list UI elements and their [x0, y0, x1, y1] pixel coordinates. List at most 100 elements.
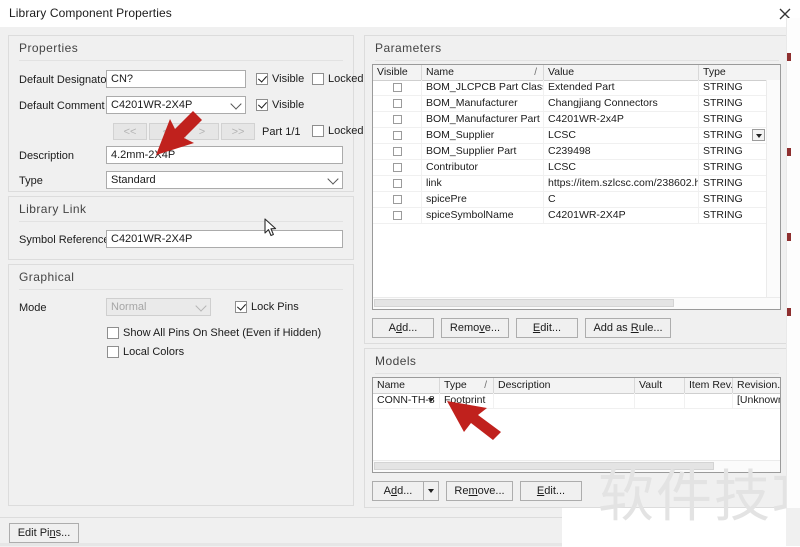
- parameters-horizontal-scrollbar[interactable]: [373, 297, 780, 309]
- parameter-visible-checkbox[interactable]: [393, 179, 402, 188]
- parameter-name-cell[interactable]: spicePre: [422, 192, 544, 207]
- comment-visible-checkbox[interactable]: [256, 99, 268, 111]
- type-combobox[interactable]: Standard: [106, 171, 343, 189]
- description-input[interactable]: 4.2mm-2X4P: [106, 146, 343, 164]
- chevron-down-icon[interactable]: [230, 98, 242, 110]
- designator-locked-checkbox[interactable]: [312, 73, 324, 85]
- model-item-rev-cell[interactable]: [685, 393, 733, 408]
- mode-value: Normal: [111, 301, 147, 313]
- model-revision-cell[interactable]: [Unknown]: [733, 393, 780, 408]
- parameter-value-cell[interactable]: Changjiang Connectors: [544, 96, 699, 111]
- parameter-value-cell[interactable]: https://item.szlcsc.com/238602.html: [544, 176, 699, 191]
- table-row[interactable]: spiceSymbolName C4201WR-2X4P STRING: [373, 208, 780, 224]
- parameter-visible-checkbox[interactable]: [393, 99, 402, 108]
- parameter-visible-cell[interactable]: [373, 96, 422, 111]
- parameter-visible-checkbox[interactable]: [393, 83, 402, 92]
- table-row[interactable]: BOM_Supplier LCSC STRING: [373, 128, 780, 144]
- parameter-value-cell[interactable]: C239498: [544, 144, 699, 159]
- parameter-visible-cell[interactable]: [373, 160, 422, 175]
- parameter-type-dropdown-button[interactable]: [752, 129, 765, 141]
- parameters-vertical-scrollbar[interactable]: [766, 80, 780, 309]
- model-type-cell[interactable]: Footprint: [440, 393, 494, 408]
- table-row[interactable]: BOM_Manufacturer Changjiang Connectors STR…: [373, 96, 780, 112]
- parameter-value-cell[interactable]: C: [544, 192, 699, 207]
- parameter-name-cell[interactable]: spiceSymbolName: [422, 208, 544, 223]
- comment-visible-label: Visible: [272, 99, 305, 111]
- model-description-cell[interactable]: [494, 393, 635, 408]
- models-add-button[interactable]: Add...: [372, 481, 424, 501]
- parameters-table[interactable]: Visible Name / Value Type BOM_JLCPCB Par…: [372, 64, 781, 310]
- table-row[interactable]: spicePre C STRING: [373, 192, 780, 208]
- edit-pins-button[interactable]: Edit Pins...: [9, 523, 79, 543]
- parameter-name-cell[interactable]: BOM_Manufacturer: [422, 96, 544, 111]
- parameter-value-cell[interactable]: C4201WR-2X4P: [544, 208, 699, 223]
- parameter-visible-cell[interactable]: [373, 128, 422, 143]
- parameter-name-cell[interactable]: BOM_Supplier Part: [422, 144, 544, 159]
- models-col-item-rev[interactable]: Item Rev...: [685, 378, 733, 393]
- default-comment-combobox[interactable]: C4201WR-2X4P: [106, 96, 246, 114]
- parameter-name-cell[interactable]: BOM_JLCPCB Part Class: [422, 80, 544, 95]
- parameters-remove-button[interactable]: Remove...: [441, 318, 509, 338]
- lock-pins-checkbox[interactable]: [235, 301, 247, 313]
- parameter-visible-checkbox[interactable]: [393, 115, 402, 124]
- models-add-split-button[interactable]: [423, 481, 439, 501]
- parameter-name-cell[interactable]: BOM_Supplier: [422, 128, 544, 143]
- lock-pins-label: Lock Pins: [251, 301, 299, 313]
- designator-visible-checkbox[interactable]: [256, 73, 268, 85]
- parameters-group: Parameters Visible Name / Value Type BOM…: [364, 35, 790, 344]
- table-row[interactable]: CONN-TH-8Footprint[Unknown]: [373, 393, 780, 409]
- part-next-button[interactable]: >: [185, 123, 219, 140]
- parameters-edit-button[interactable]: Edit...: [516, 318, 578, 338]
- mode-combobox[interactable]: Normal: [106, 298, 211, 316]
- parameter-value-cell[interactable]: LCSC: [544, 128, 699, 143]
- parameter-name-cell[interactable]: Contributor: [422, 160, 544, 175]
- models-col-description[interactable]: Description: [494, 378, 635, 393]
- parameter-visible-cell[interactable]: [373, 192, 422, 207]
- parameter-visible-checkbox[interactable]: [393, 195, 402, 204]
- parameters-col-value[interactable]: Value: [544, 65, 699, 80]
- parameter-visible-checkbox[interactable]: [393, 211, 402, 220]
- part-last-button[interactable]: >>: [221, 123, 255, 140]
- description-value: 4.2mm-2X4P: [111, 149, 176, 161]
- models-edit-button[interactable]: Edit...: [520, 481, 582, 501]
- parameters-col-type[interactable]: Type: [699, 65, 780, 80]
- models-col-revision[interactable]: Revision...: [733, 378, 780, 393]
- models-remove-button[interactable]: Remove...: [446, 481, 513, 501]
- parameter-visible-cell[interactable]: [373, 112, 422, 127]
- parameter-value-cell[interactable]: C4201WR-2x4P: [544, 112, 699, 127]
- models-col-name[interactable]: Name: [373, 378, 440, 393]
- parameter-visible-cell[interactable]: [373, 80, 422, 95]
- chevron-down-icon[interactable]: [327, 173, 339, 185]
- parameter-name-cell[interactable]: BOM_Manufacturer Part: [422, 112, 544, 127]
- table-row[interactable]: BOM_JLCPCB Part Class Extended Part STRING: [373, 80, 780, 96]
- model-name-dropdown-button[interactable]: [425, 394, 438, 406]
- parameter-value-cell[interactable]: LCSC: [544, 160, 699, 175]
- parameters-col-visible[interactable]: Visible: [373, 65, 422, 80]
- parameter-value-cell[interactable]: Extended Part: [544, 80, 699, 95]
- show-all-pins-checkbox[interactable]: [107, 327, 119, 339]
- parameters-add-button[interactable]: Add...: [372, 318, 434, 338]
- parameter-visible-checkbox[interactable]: [393, 163, 402, 172]
- symbol-reference-input[interactable]: C4201WR-2X4P: [106, 230, 343, 248]
- parameter-visible-cell[interactable]: [373, 144, 422, 159]
- table-row[interactable]: Contributor LCSC STRING: [373, 160, 780, 176]
- parameter-visible-checkbox[interactable]: [393, 131, 402, 140]
- table-row[interactable]: BOM_Manufacturer Part C4201WR-2x4P STRING: [373, 112, 780, 128]
- model-vault-cell[interactable]: [635, 393, 685, 408]
- models-group-title: Models: [375, 354, 417, 368]
- default-designator-input[interactable]: CN?: [106, 70, 246, 88]
- models-col-vault[interactable]: Vault: [635, 378, 685, 393]
- parameter-visible-cell[interactable]: [373, 208, 422, 223]
- parameters-col-name[interactable]: Name /: [422, 65, 544, 80]
- parameter-name-cell[interactable]: link: [422, 176, 544, 191]
- parameter-visible-checkbox[interactable]: [393, 147, 402, 156]
- models-col-type[interactable]: Type /: [440, 378, 494, 393]
- part-first-button[interactable]: <<: [113, 123, 147, 140]
- local-colors-checkbox[interactable]: [107, 346, 119, 358]
- table-row[interactable]: link https://item.szlcsc.com/238602.html S…: [373, 176, 780, 192]
- table-row[interactable]: BOM_Supplier Part C239498 STRING: [373, 144, 780, 160]
- parameter-visible-cell[interactable]: [373, 176, 422, 191]
- part-prev-button[interactable]: <: [149, 123, 183, 140]
- parameters-add-as-rule-button[interactable]: Add as Rule...: [585, 318, 671, 338]
- part-locked-checkbox[interactable]: [312, 125, 324, 137]
